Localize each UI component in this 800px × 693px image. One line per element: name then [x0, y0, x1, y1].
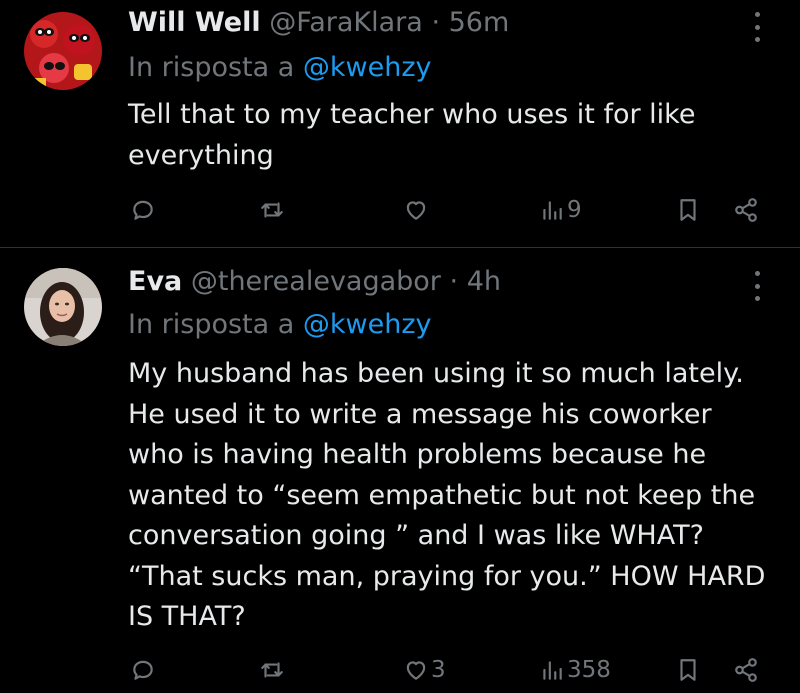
heart-icon [406, 661, 426, 680]
reply-to-link[interactable]: @kwehzy [303, 309, 432, 340]
share-icon [735, 198, 757, 222]
retweet-icon [261, 662, 283, 678]
avatar[interactable] [24, 12, 102, 90]
bookmark-button[interactable] [675, 650, 701, 690]
reply-prefix: In risposta a [128, 52, 295, 83]
display-name[interactable]: Eva [128, 266, 182, 297]
action-bar: 9 [0, 190, 800, 230]
reply-button[interactable] [130, 650, 156, 690]
bookmark-button[interactable] [675, 190, 701, 230]
user-handle[interactable]: @FaraKlara [269, 7, 423, 38]
more-icon[interactable] [752, 12, 762, 42]
reply-context: In risposta a @kwehzy [128, 51, 432, 85]
reply-to-link[interactable]: @kwehzy [303, 52, 432, 83]
heart-icon [406, 201, 426, 220]
share-button[interactable] [733, 650, 759, 690]
timestamp[interactable]: 56m [449, 7, 510, 38]
display-name[interactable]: Will Well [128, 7, 261, 38]
views-icon [543, 201, 562, 220]
tweet-text: Tell that to my teacher who uses it for … [128, 99, 696, 171]
reply-icon [133, 200, 153, 220]
retweet-icon [261, 202, 283, 218]
like-count: 3 [431, 657, 446, 683]
action-bar: 3 358 [0, 650, 800, 690]
timestamp[interactable]: 4h [467, 266, 501, 297]
separator: · [431, 7, 441, 38]
views-icon [543, 661, 562, 680]
tweet-header: Eva @therealevagabor · 4h [128, 265, 501, 299]
like-button[interactable] [403, 190, 431, 230]
bookmark-icon [680, 199, 696, 221]
reply-context: In risposta a @kwehzy [128, 308, 432, 342]
reply-prefix: In risposta a [128, 309, 295, 340]
bookmark-icon [680, 659, 696, 681]
views-button[interactable]: 358 [539, 650, 611, 690]
views-count: 358 [567, 657, 611, 683]
like-button[interactable]: 3 [403, 650, 446, 690]
reply-button[interactable] [130, 190, 156, 230]
separator: · [449, 266, 459, 297]
views-count: 9 [567, 197, 582, 223]
tweet-text: My husband has been using it so much lat… [128, 358, 766, 632]
tweet[interactable]: Eva @therealevagabor · 4h In risposta a … [0, 248, 800, 693]
tweet-header: Will Well @FaraKlara · 56m [128, 6, 509, 40]
more-icon[interactable] [752, 271, 762, 301]
user-handle[interactable]: @therealevagabor [191, 266, 441, 297]
reply-icon [133, 660, 153, 680]
retweet-button[interactable] [259, 190, 285, 230]
share-button[interactable] [733, 190, 759, 230]
avatar[interactable] [24, 268, 102, 346]
retweet-button[interactable] [259, 650, 285, 690]
tweet[interactable]: Will Well @FaraKlara · 56m In risposta a… [0, 0, 800, 247]
share-icon [735, 658, 757, 682]
views-button[interactable]: 9 [539, 190, 582, 230]
